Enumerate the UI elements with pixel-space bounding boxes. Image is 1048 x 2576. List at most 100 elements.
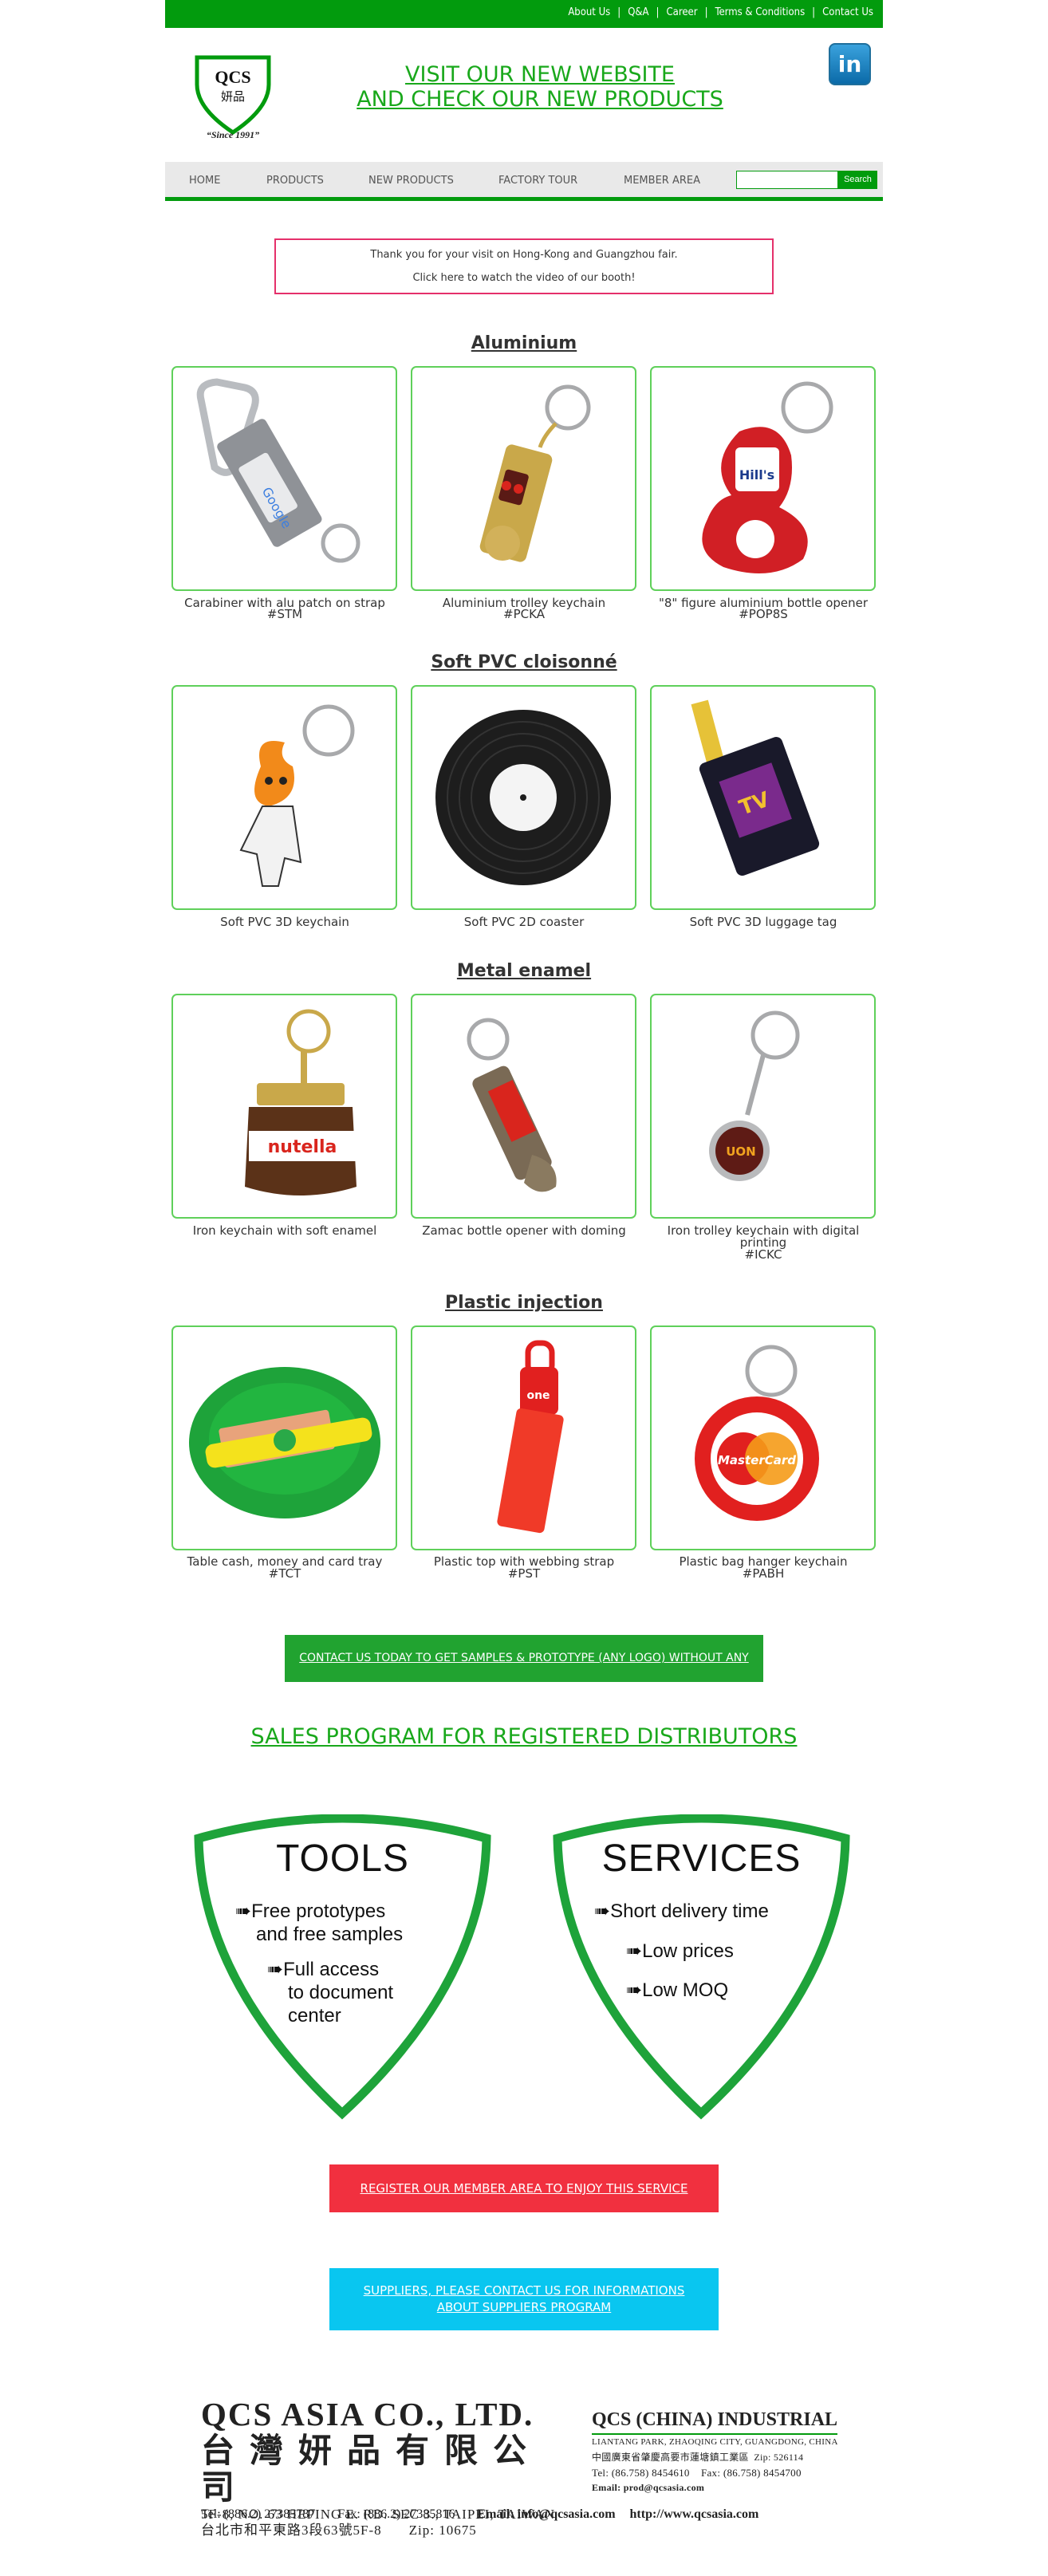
- vinyl-coaster-icon: [435, 710, 611, 885]
- qcs-logo[interactable]: QCS 妍品 “Since 1991”: [193, 53, 273, 140]
- nav-factory-tour[interactable]: FACTORY TOUR: [498, 175, 577, 187]
- notice-line-2[interactable]: Click here to watch the video of our boo…: [276, 273, 772, 284]
- product-code: #PST: [507, 1566, 541, 1581]
- search-button[interactable]: Search: [838, 171, 877, 189]
- product-card-cash-tray[interactable]: [171, 1325, 397, 1550]
- top-link-terms[interactable]: Terms & Conditions: [715, 6, 806, 18]
- logo-name: QCS: [215, 67, 250, 87]
- top-link-about[interactable]: About Us: [568, 6, 610, 18]
- cash-tray-icon: [189, 1367, 380, 1518]
- product-code: #ICKC: [744, 1247, 782, 1262]
- carabiner-keychain-icon: Google: [196, 378, 360, 563]
- product-card-zamac-opener[interactable]: [411, 994, 636, 1219]
- product-caption: Iron keychain with soft enamel: [192, 1223, 377, 1238]
- footer-china-address-cn: 中國廣東省肇慶高要市蓮塘鎮工業區 Zip: 526114: [592, 2452, 804, 2463]
- top-link-qa[interactable]: Q&A: [628, 6, 648, 18]
- services-item: ➠Short delivery time: [594, 1900, 769, 1922]
- product-caption: Soft PVC 3D keychain: [220, 915, 349, 929]
- product-card-nutella-keychain[interactable]: nutella: [171, 994, 397, 1219]
- footer-email[interactable]: Email: info@qcsasia.com: [477, 2507, 615, 2521]
- coin-keychain-icon: UON: [709, 1010, 800, 1181]
- services-item: ➠Low MOQ: [626, 1979, 729, 2001]
- product-code: #PCKA: [503, 607, 545, 621]
- tools-item: to document: [288, 1982, 394, 2003]
- svg-text:nutella: nutella: [268, 1137, 337, 1157]
- sales-program-title[interactable]: SALES PROGRAM FOR REGISTERED DISTRIBUTOR…: [165, 1724, 883, 1749]
- shield-logo-icon: QCS 妍品: [195, 55, 271, 136]
- top-link-contact[interactable]: Contact Us: [822, 6, 873, 18]
- tools-item: center: [288, 2005, 341, 2027]
- footer-company-chinese: 台灣妍品有限公司: [201, 2433, 542, 2507]
- nav-new-products[interactable]: NEW PRODUCTS: [368, 175, 454, 187]
- services-title: SERVICES: [601, 1837, 802, 1880]
- search-input[interactable]: [736, 171, 838, 189]
- svg-text:UON: UON: [726, 1144, 756, 1159]
- luggage-tag-icon: TV: [691, 699, 820, 876]
- footer-china-email[interactable]: Email: prod@qcsasia.com: [592, 2480, 863, 2495]
- webbing-strap-icon: one: [497, 1340, 564, 1534]
- product-card-vinyl-coaster[interactable]: [411, 685, 636, 910]
- section-title-plastic-injection: Plastic injection: [445, 1293, 603, 1313]
- product-card-trolley-keychain[interactable]: [411, 366, 636, 591]
- footer-china-company: QCS (CHINA) INDUSTRIAL: [592, 2409, 838, 2435]
- product-caption: Zamac bottle opener with doming: [422, 1223, 626, 1238]
- tools-item: ➠Full access: [267, 1959, 380, 1980]
- product-card-webbing-strap[interactable]: one: [411, 1325, 636, 1550]
- product-caption: Iron trolley keychain with digital print…: [667, 1223, 860, 1250]
- product-card-bag-hanger[interactable]: MasterCard: [650, 1325, 876, 1550]
- suppliers-line-1: SUPPLIERS, PLEASE CONTACT US FOR INFORMA…: [363, 2283, 685, 2298]
- product-card-carabiner[interactable]: Google: [171, 366, 397, 591]
- footer-address-cn: 台北市和平東路3段63號5F-8 Zip: 10675: [201, 2523, 477, 2538]
- footer-china-address: LIANTANG PARK, ZHAOQING CITY, GUANGDONG,…: [592, 2437, 838, 2447]
- footer-contact-line: Tel: (886.2) 27385787 Fax: (886.2) 27385…: [201, 2507, 758, 2522]
- new-website-banner[interactable]: VISIT OUR NEW WEBSITE AND CHECK OUR NEW …: [341, 62, 739, 112]
- notice-line-1: Thank you for your visit on Hong-Kong an…: [370, 249, 678, 261]
- bag-hanger-icon: MasterCard: [695, 1345, 819, 1521]
- pvc-mascot-keychain-icon: [239, 704, 355, 887]
- footer-fax: Fax: (886.2) 27385816: [337, 2507, 455, 2521]
- nutella-keychain-icon: nutella: [245, 1009, 357, 1195]
- product-card-bottle-opener[interactable]: Hill's: [650, 366, 876, 591]
- page-wrapper: About Us | Q&A | Career | Terms & Conditions | C…: [165, 0, 883, 2576]
- register-member-button[interactable]: REGISTER OUR MEMBER AREA TO ENJOY THIS S…: [329, 2164, 719, 2212]
- tools-item: and free samples: [256, 1924, 404, 1945]
- nav-home[interactable]: HOME: [189, 175, 220, 187]
- footer-china-phone: Tel: (86.758) 8454610 Fax: (86.758) 8454…: [592, 2467, 802, 2479]
- logo-tagline: “Since 1991”: [206, 129, 260, 140]
- logo-chinese: 妍品: [221, 89, 245, 104]
- product-code: #TCT: [268, 1566, 301, 1581]
- banner-line-2: AND CHECK OUR NEW PRODUCTS: [357, 87, 723, 112]
- main-nav: HOME PRODUCTS NEW PRODUCTS FACTORY TOUR …: [165, 162, 883, 201]
- svg-text:one: one: [526, 1389, 550, 1402]
- product-code: #PABH: [742, 1566, 785, 1581]
- section-title-soft-pvc: Soft PVC cloisonné: [431, 652, 617, 672]
- svg-text:Hill's: Hill's: [739, 467, 774, 483]
- services-item: ➠Low prices: [626, 1940, 734, 1962]
- free-samples-button[interactable]: CONTACT US TODAY TO GET SAMPLES & PROTOT…: [285, 1635, 763, 1711]
- services-shield: SERVICES ➠Short delivery time ➠Low price…: [548, 1814, 855, 2121]
- top-bar: About Us | Q&A | Career | Terms & Conditions | C…: [165, 0, 883, 28]
- tools-item: ➠Free prototypes: [235, 1900, 386, 1922]
- bottle-opener-icon: Hill's: [702, 381, 833, 573]
- top-link-career[interactable]: Career: [667, 6, 698, 18]
- tools-title: TOOLS: [276, 1837, 409, 1880]
- footer-website[interactable]: http://www.qcsasia.com: [630, 2507, 759, 2521]
- suppliers-contact-button[interactable]: SUPPLIERS, PLEASE CONTACT US FOR INFORMA…: [329, 2268, 719, 2330]
- section-title-metal-enamel: Metal enamel: [456, 961, 592, 981]
- linkedin-icon[interactable]: in: [829, 43, 871, 85]
- product-caption: Soft PVC 2D coaster: [463, 915, 585, 929]
- fair-notice[interactable]: Thank you for your visit on Hong-Kong an…: [274, 238, 774, 294]
- product-card-coin-keychain[interactable]: UON: [650, 994, 876, 1219]
- nav-member-area[interactable]: MEMBER AREA: [624, 175, 700, 187]
- svg-text:MasterCard: MasterCard: [718, 1453, 796, 1467]
- nav-products[interactable]: PRODUCTS: [266, 175, 324, 187]
- suppliers-line-2: ABOUT SUPPLIERS PROGRAM: [436, 2300, 612, 2314]
- section-title-aluminium: Aluminium: [471, 333, 577, 353]
- footer-company-name: QCS ASIA CO., LTD.: [201, 2396, 534, 2432]
- footer-tel: Tel: (886.2) 27385787: [201, 2507, 316, 2521]
- trolley-keychain-icon: [479, 384, 591, 562]
- zamac-opener-icon: [467, 1018, 557, 1192]
- top-links: About Us | Q&A | Career | Terms & Conditions | C…: [568, 6, 873, 18]
- product-card-luggage-tag[interactable]: TV: [650, 685, 876, 910]
- product-card-pvc-mascot[interactable]: [171, 685, 397, 910]
